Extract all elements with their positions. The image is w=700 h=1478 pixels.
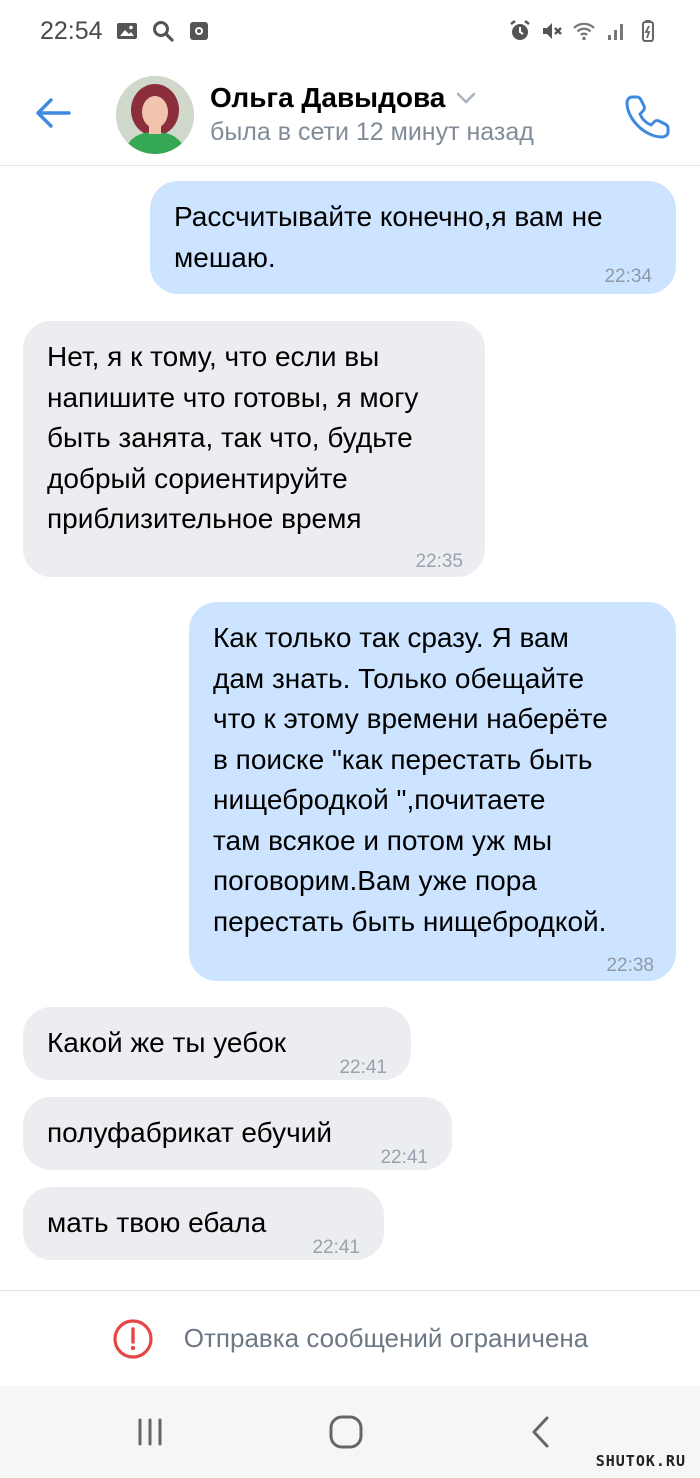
status-time: 22:54	[40, 16, 103, 45]
home-button[interactable]	[318, 1404, 374, 1460]
contact-name-text: Ольга Давыдова	[210, 82, 446, 113]
mute-icon	[540, 19, 564, 43]
chevron-down-icon[interactable]	[455, 91, 477, 105]
contact-status: была в сети 12 минут назад	[210, 118, 534, 146]
battery-icon	[636, 19, 660, 43]
message-bubble-outgoing[interactable]: Как только так сразу. Я вам дам знать. Т…	[189, 602, 676, 981]
status-left: 22:54	[40, 17, 211, 46]
recent-apps-icon	[138, 1418, 162, 1446]
signal-icon	[604, 19, 628, 43]
status-right	[508, 19, 660, 43]
avatar-photo	[116, 76, 194, 154]
image-icon	[115, 19, 139, 43]
nav-back-button[interactable]	[514, 1404, 570, 1460]
message-bubble-incoming[interactable]: Нет, я к тому, что если вы напишите что …	[23, 321, 485, 577]
message-bubble-incoming[interactable]: мать твою ебала 22:41	[23, 1187, 384, 1260]
message-text: Нет, я к тому, что если вы напишите что …	[47, 341, 419, 534]
call-button[interactable]	[620, 88, 676, 144]
message-text: полуфабрикат ебучий	[47, 1117, 332, 1148]
wifi-icon	[572, 19, 596, 43]
message-bubble-incoming[interactable]: полуфабрикат ебучий 22:41	[23, 1097, 452, 1170]
avatar[interactable]	[116, 76, 194, 154]
back-button[interactable]	[28, 88, 78, 138]
recent-apps-button[interactable]	[122, 1404, 178, 1460]
message-text: мать твою ебала	[47, 1207, 267, 1238]
status-bar: 22:54	[0, 0, 700, 62]
restricted-text: Отправка сообщений ограничена	[183, 1323, 589, 1353]
alarm-icon	[508, 19, 532, 43]
message-time: 22:38	[606, 955, 654, 976]
back-icon	[532, 1416, 549, 1448]
message-text: Какой же ты уебок	[47, 1027, 287, 1058]
screen: 22:54 Ольга Давыдова была в сети 12 мину…	[0, 0, 700, 1478]
message-time: 22:41	[380, 1147, 428, 1168]
contact-name[interactable]: Ольга Давыдова	[210, 82, 477, 114]
message-time: 22:35	[415, 551, 463, 572]
message-text: Рассчитывайте конечно,я вам не мешаю.	[174, 201, 603, 273]
search-icon	[151, 19, 175, 43]
message-text: Как только так сразу. Я вам дам знать. Т…	[213, 622, 608, 937]
home-icon	[329, 1415, 363, 1449]
message-time: 22:41	[312, 1237, 360, 1258]
message-time: 22:41	[339, 1057, 387, 1078]
alert-circle-icon	[113, 1318, 153, 1359]
messaging-restricted-panel: Отправка сообщений ограничена	[0, 1290, 700, 1386]
message-bubble-outgoing[interactable]: Рассчитывайте конечно,я вам не мешаю. 22…	[150, 181, 676, 294]
back-arrow-icon	[36, 98, 71, 128]
phone-icon	[625, 95, 670, 139]
watermark: SHUTOK.RU	[595, 1452, 686, 1470]
message-bubble-incoming[interactable]: Какой же ты уебок 22:41	[23, 1007, 411, 1080]
screen-record-icon	[187, 19, 211, 43]
message-list[interactable]: Рассчитывайте конечно,я вам не мешаю. 22…	[0, 166, 700, 1290]
message-time: 22:34	[604, 266, 652, 287]
chat-header: Ольга Давыдова была в сети 12 минут наза…	[0, 62, 700, 166]
